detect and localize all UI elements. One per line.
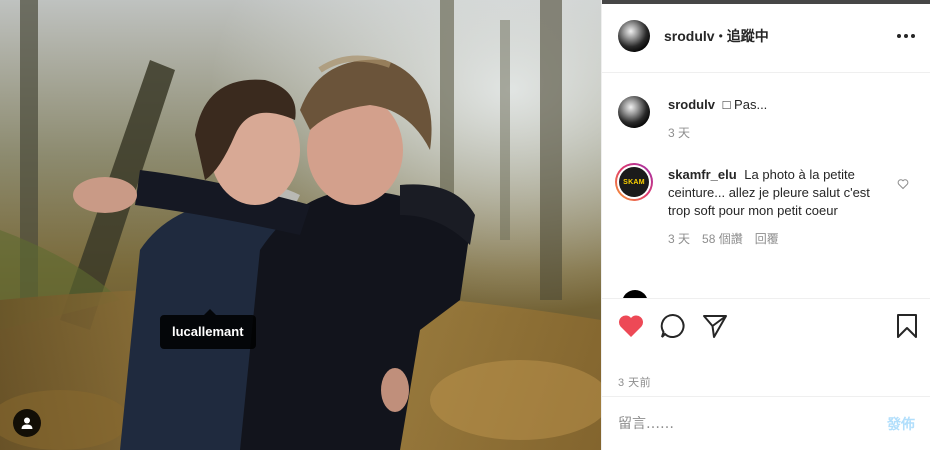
comment-icon[interactable] [660,313,686,339]
story-ring[interactable]: SKAM [615,163,653,201]
comment-time[interactable]: 3 天 [668,230,690,248]
comment-likes[interactable]: 58 個讚 [702,230,743,248]
heart-filled-icon[interactable] [618,314,644,338]
reply-button[interactable]: 回覆 [755,230,779,248]
bookmark-icon[interactable] [895,313,919,339]
caption-username[interactable]: srodulv [668,97,715,112]
avatar: SKAM [619,167,649,197]
header-username[interactable]: srodulv [664,28,715,44]
comment-form: 發佈 [602,396,930,450]
photo-image [0,0,601,450]
action-bar [602,298,930,352]
post-container: lucallemant srodulv • 追蹤中 srodulv □ Pas.… [0,0,930,450]
user-tag-label[interactable]: lucallemant [160,309,256,349]
avatar[interactable] [618,96,650,128]
share-icon[interactable] [702,313,728,339]
user-icon[interactable] [13,409,41,437]
list-item: SKAM skamfr_elu La photo à la petite cei… [615,163,878,248]
avatar[interactable] [618,20,650,52]
avatar[interactable] [622,290,648,298]
comment-like-icon[interactable] [897,178,909,193]
post-photo[interactable]: lucallemant [0,0,601,450]
caption-text: □ Pas... [722,97,768,112]
comment-username[interactable]: skamfr_elu [668,167,737,182]
post-side-panel: srodulv • 追蹤中 srodulv □ Pas... 3 天 SKAM … [601,0,930,450]
comments-list[interactable]: srodulv □ Pas... 3 天 SKAM skamfr_elu La … [602,74,930,298]
post-button[interactable]: 發佈 [887,414,915,434]
post-date[interactable]: 3 天前 [618,374,651,390]
post-header: srodulv • 追蹤中 [602,0,930,73]
caption-time[interactable]: 3 天 [668,124,690,142]
caption-item: srodulv □ Pas... 3 天 [618,96,878,142]
following-button[interactable]: 追蹤中 [727,26,769,46]
header-separator: • [718,29,723,43]
more-options-icon[interactable] [897,28,915,44]
comment-input[interactable] [618,415,887,432]
